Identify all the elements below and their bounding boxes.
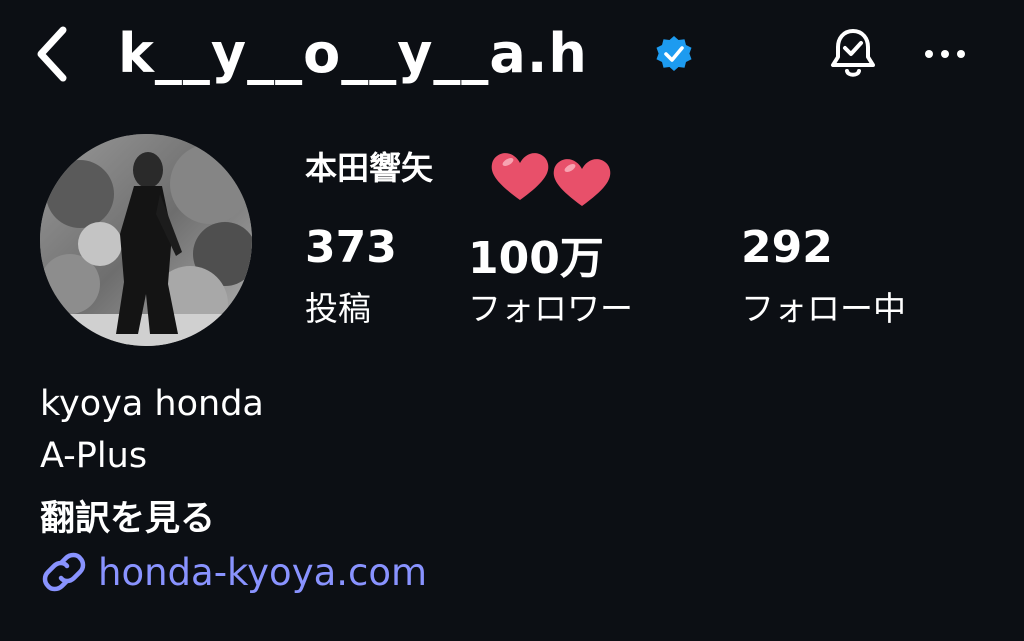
link-icon [42, 552, 86, 592]
posts-label[interactable]: 投稿 [305, 282, 371, 330]
followers-count[interactable]: 100万 [468, 222, 604, 286]
profile-username: k__y__o__y__a.h [118, 22, 588, 85]
profile-page: k__y__o__y__a.h 本田響矢 373 投稿 100万 フォロワー 2… [0, 0, 1024, 641]
more-horizontal-icon [925, 50, 965, 58]
profile-avatar[interactable] [40, 134, 252, 346]
notification-bell-button[interactable] [826, 26, 880, 82]
back-button[interactable] [28, 22, 78, 86]
avatar-photo [40, 134, 252, 346]
followers-label[interactable]: フォロワー [468, 282, 633, 330]
bio-name: kyoya honda [40, 384, 264, 424]
verified-badge-icon [654, 34, 694, 74]
display-name: 本田響矢 [305, 149, 434, 187]
website-link[interactable]: honda-kyoya.com [40, 548, 427, 596]
bell-check-icon [831, 29, 875, 77]
chevron-left-icon [37, 26, 67, 82]
following-label[interactable]: フォロー中 [741, 282, 906, 330]
posts-count[interactable]: 373 [305, 222, 397, 273]
hearts-emoji-icon [491, 153, 611, 206]
see-translation-link[interactable]: 翻訳を見る [40, 490, 215, 541]
more-options-button[interactable] [920, 36, 970, 72]
website-link-text[interactable]: honda-kyoya.com [98, 551, 427, 594]
bio-agency: A-Plus [40, 436, 148, 476]
following-count[interactable]: 292 [741, 222, 833, 273]
